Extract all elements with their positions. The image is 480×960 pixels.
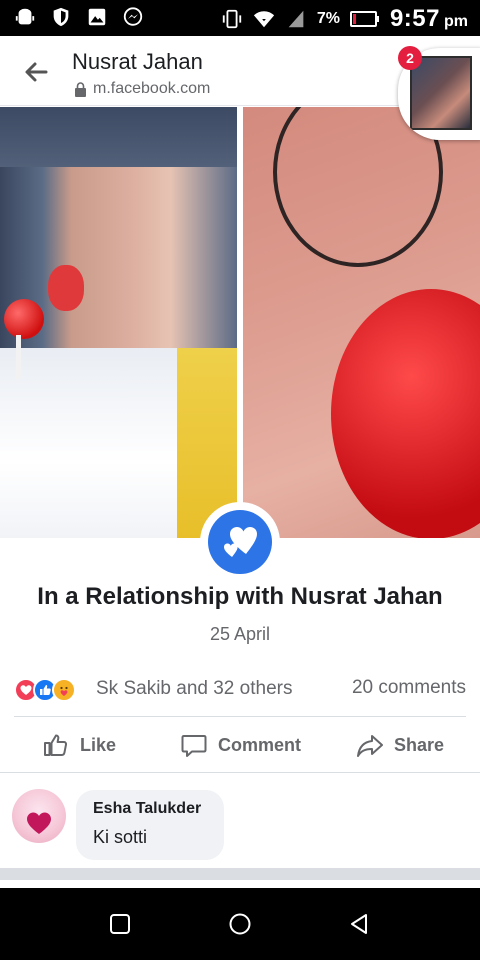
home-circle-icon[interactable] xyxy=(228,912,252,936)
share-label: Share xyxy=(394,734,445,755)
comment-bubble-icon xyxy=(181,735,207,757)
comment-button[interactable]: Comment xyxy=(180,730,301,760)
shield-icon xyxy=(53,7,69,27)
signal-icon xyxy=(288,10,304,28)
photo-lollipop xyxy=(4,299,44,339)
like-label: Like xyxy=(80,734,117,755)
post-photo-right[interactable] xyxy=(243,107,480,538)
android-debug-icon xyxy=(15,8,35,25)
back-triangle-icon[interactable] xyxy=(348,912,372,936)
chat-head-badge: 2 xyxy=(398,46,422,70)
clock-suffix: pm xyxy=(444,13,468,30)
like-button[interactable]: Like xyxy=(42,730,116,760)
wifi-icon xyxy=(253,11,274,28)
post-photo-left[interactable] xyxy=(0,107,237,538)
photo-lollipop-stick xyxy=(16,335,21,379)
photo-hair xyxy=(0,107,237,167)
gallery-icon xyxy=(88,8,106,26)
comment-text: Ki sotti xyxy=(93,827,148,847)
relationship-headline: In a Relationship with Nusrat Jahan xyxy=(37,583,443,610)
photo-tongue xyxy=(48,265,84,311)
care-reaction-icon xyxy=(52,678,76,702)
clock: 9:57 xyxy=(389,5,440,32)
reaction-icons[interactable] xyxy=(14,678,94,702)
recent-apps-icon[interactable] xyxy=(108,912,132,936)
battery-icon xyxy=(349,11,379,27)
share-button[interactable]: Share xyxy=(356,730,444,760)
status-bar: 7% 9:57 pm xyxy=(0,0,480,36)
page-url-text: m.facebook.com xyxy=(93,80,211,97)
android-nav-bar xyxy=(0,888,480,960)
vibrate-icon xyxy=(222,9,241,29)
post-date[interactable]: 25 April xyxy=(0,624,480,645)
relationship-icon-wrap xyxy=(200,502,280,582)
heart-icon xyxy=(27,812,51,834)
back-arrow-icon[interactable] xyxy=(20,56,52,88)
relationship-hearts-icon xyxy=(208,510,272,574)
page-url: m.facebook.com xyxy=(74,80,210,98)
chat-head-photo xyxy=(410,56,472,130)
comment-bubble[interactable]: Esha Talukder Ki sotti xyxy=(76,790,224,860)
comment-avatar[interactable] xyxy=(12,789,66,843)
lock-icon xyxy=(75,81,86,97)
reaction-names[interactable]: Sk Sakib and 32 others xyxy=(96,678,292,700)
battery-percent: 7% xyxy=(316,10,340,27)
section-divider xyxy=(0,868,480,880)
messenger-icon xyxy=(123,7,143,26)
photo-candy xyxy=(331,289,480,538)
reactions-row[interactable]: Sk Sakib and 32 others 20 comments xyxy=(14,676,466,704)
action-bar: Like Comment Share xyxy=(0,722,480,770)
page-title: Nusrat Jahan xyxy=(72,49,203,74)
thumbs-up-icon xyxy=(44,734,68,756)
divider xyxy=(14,716,466,717)
chat-head-bubble[interactable]: 2 xyxy=(398,46,480,140)
share-arrow-icon xyxy=(357,735,383,757)
comment-author[interactable]: Esha Talukder xyxy=(93,800,201,818)
comment-label: Comment xyxy=(218,734,302,755)
divider xyxy=(0,772,480,773)
comment-count[interactable]: 20 comments xyxy=(352,677,466,699)
